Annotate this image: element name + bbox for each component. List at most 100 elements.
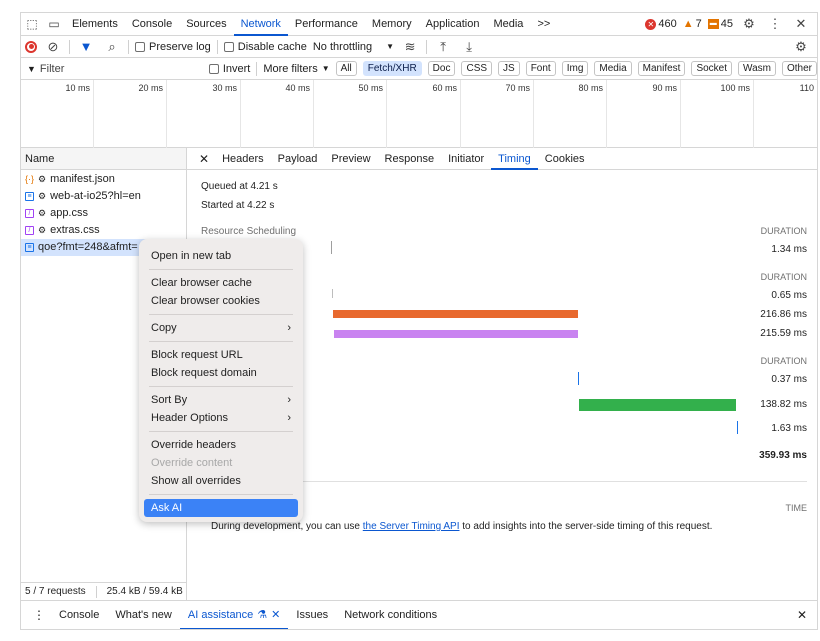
export-har-icon[interactable]: ⤓ — [459, 37, 479, 57]
request-row[interactable]: / ⚙ extras.css — [21, 222, 186, 239]
import-har-icon[interactable]: ⤒ — [433, 37, 453, 57]
settings-gear-icon[interactable]: ⚙ — [739, 14, 759, 34]
drawer-tab-network-conditions[interactable]: Network conditions — [336, 601, 445, 630]
filter-js[interactable]: JS — [498, 61, 520, 76]
total-duration: 359.93 ms — [759, 450, 807, 461]
filter-all[interactable]: All — [335, 61, 357, 76]
server-timing-note: During development, you can use the Serv… — [211, 521, 712, 532]
menu-clear-cache[interactable]: Clear browser cache — [139, 274, 303, 292]
tab-application[interactable]: Application — [419, 13, 487, 36]
disable-cache-checkbox[interactable]: Disable cache — [223, 40, 307, 53]
stylesheet-icon: / — [25, 209, 34, 218]
drawer-tab-issues[interactable]: Issues — [288, 601, 336, 630]
tab-timing[interactable]: Timing — [491, 148, 538, 170]
more-tabs-button[interactable]: >> — [530, 13, 557, 36]
tab-media[interactable]: Media — [486, 13, 530, 36]
menu-clear-cookies[interactable]: Clear browser cookies — [139, 292, 303, 310]
menu-override-headers[interactable]: Override headers — [139, 436, 303, 454]
filter-wasm[interactable]: Wasm — [738, 61, 776, 76]
drawer-tab-ai-assistance[interactable]: AI assistance ⚗ ✕ — [179, 601, 289, 629]
menu-open-new-tab[interactable]: Open in new tab — [139, 247, 303, 265]
request-row[interactable]: ≡ ⚙ web-at-io25?hl=en — [21, 188, 186, 205]
preserve-log-checkbox[interactable]: Preserve log — [135, 41, 211, 53]
filter-media[interactable]: Media — [594, 61, 632, 76]
menu-sort-by[interactable]: Sort By › — [139, 391, 303, 409]
wifi-conditions-icon[interactable]: ≋ — [400, 37, 420, 57]
menu-block-url[interactable]: Block request URL — [139, 346, 303, 364]
filter-socket[interactable]: Socket — [691, 61, 733, 76]
tab-console[interactable]: Console — [125, 13, 179, 36]
throttling-select[interactable]: No throttling ▼ — [313, 41, 394, 53]
filter-input[interactable]: ▼ Filter — [27, 63, 203, 75]
tab-initiator[interactable]: Initiator — [441, 148, 491, 170]
checkbox-box[interactable] — [208, 63, 219, 74]
filter-css[interactable]: CSS — [461, 61, 493, 76]
request-name: qoe?fmt=248&afmt= — [38, 241, 138, 253]
inspect-element-icon[interactable]: ⬚ — [21, 13, 43, 36]
request-row[interactable]: {·} ⚙ manifest.json — [21, 171, 186, 188]
tab-headers[interactable]: Headers — [215, 148, 271, 170]
filter-doc[interactable]: Doc — [427, 61, 456, 76]
menu-show-overrides[interactable]: Show all overrides — [139, 472, 303, 490]
timeline-tick: 90 ms — [607, 80, 681, 148]
filter-img[interactable]: Img — [561, 61, 589, 76]
name-column-header[interactable]: Name — [21, 148, 186, 170]
close-tab-icon[interactable]: ✕ — [271, 609, 280, 621]
duration-value: 1.34 ms — [771, 244, 807, 255]
search-icon[interactable]: ⌕ — [102, 37, 122, 57]
tab-sources[interactable]: Sources — [179, 13, 233, 36]
more-filters-dropdown[interactable]: More filters ▼ — [263, 63, 329, 75]
invert-checkbox[interactable]: Invert — [208, 63, 250, 75]
tab-response[interactable]: Response — [378, 148, 442, 170]
menu-copy[interactable]: Copy › — [139, 319, 303, 337]
tab-cookies[interactable]: Cookies — [538, 148, 592, 170]
menu-header-options[interactable]: Header Options › — [139, 409, 303, 427]
duration-value: 1.63 ms — [771, 423, 807, 434]
timeline-tick: 30 ms — [167, 80, 241, 148]
filter-fetch-xhr[interactable]: Fetch/XHR — [362, 61, 422, 76]
warning-count[interactable]: ▲ 7 — [683, 18, 702, 30]
menu-block-domain[interactable]: Block request domain — [139, 364, 303, 382]
tab-payload[interactable]: Payload — [271, 148, 325, 170]
warning-count-value: 7 — [695, 18, 702, 30]
content-download-bar — [737, 421, 738, 434]
checkbox-box[interactable] — [135, 41, 145, 52]
filter-manifest[interactable]: Manifest — [637, 61, 686, 76]
issues-count[interactable]: ▬ 45 — [707, 18, 733, 30]
menu-ask-ai[interactable]: Ask AI — [144, 499, 298, 517]
request-row[interactable]: / ⚙ app.css — [21, 205, 186, 222]
more-options-icon[interactable]: ⋮ — [765, 14, 785, 34]
network-settings-gear-icon[interactable]: ⚙ — [791, 37, 811, 57]
timeline-overview[interactable]: 10 ms 20 ms 30 ms 40 ms 50 ms 60 ms 70 m… — [21, 80, 817, 148]
error-count[interactable]: ✕ 460 — [645, 18, 677, 30]
error-count-value: 460 — [658, 18, 677, 30]
filter-funnel-icon[interactable]: ▼ — [76, 37, 96, 57]
drawer-tab-console[interactable]: Console — [51, 601, 107, 630]
record-icon[interactable] — [25, 40, 37, 53]
filter-icon: ▼ — [27, 63, 36, 74]
separator — [69, 39, 70, 54]
checkbox-box[interactable] — [223, 41, 234, 52]
menu-override-content: Override content — [151, 457, 233, 469]
server-timing-api-link[interactable]: the Server Timing API — [363, 521, 460, 532]
chevron-right-icon: › — [287, 394, 291, 406]
drawer-tab-whats-new[interactable]: What's new — [107, 601, 180, 630]
filter-other[interactable]: Other — [781, 61, 817, 76]
filter-placeholder: Filter — [39, 62, 65, 75]
drawer-menu-icon[interactable]: ⋮ — [27, 608, 51, 622]
tab-elements[interactable]: Elements — [65, 13, 125, 36]
tab-preview[interactable]: Preview — [324, 148, 377, 170]
close-drawer-icon[interactable]: ✕ — [797, 608, 807, 622]
details-tab-bar: ✕ Headers Payload Preview Response Initi… — [187, 148, 817, 170]
close-icon[interactable]: ✕ — [791, 14, 811, 34]
disable-cache-label: Disable cache — [237, 40, 307, 53]
separator — [216, 39, 218, 54]
tab-performance[interactable]: Performance — [288, 13, 365, 36]
filter-font[interactable]: Font — [525, 61, 556, 76]
close-details-icon[interactable]: ✕ — [193, 152, 215, 166]
tab-network[interactable]: Network — [233, 13, 288, 36]
device-toolbar-icon[interactable]: ▭ — [43, 13, 65, 36]
tab-memory[interactable]: Memory — [365, 13, 419, 36]
menu-header-options-label: Header Options — [151, 412, 229, 424]
clear-icon[interactable]: ⊘ — [43, 37, 63, 57]
